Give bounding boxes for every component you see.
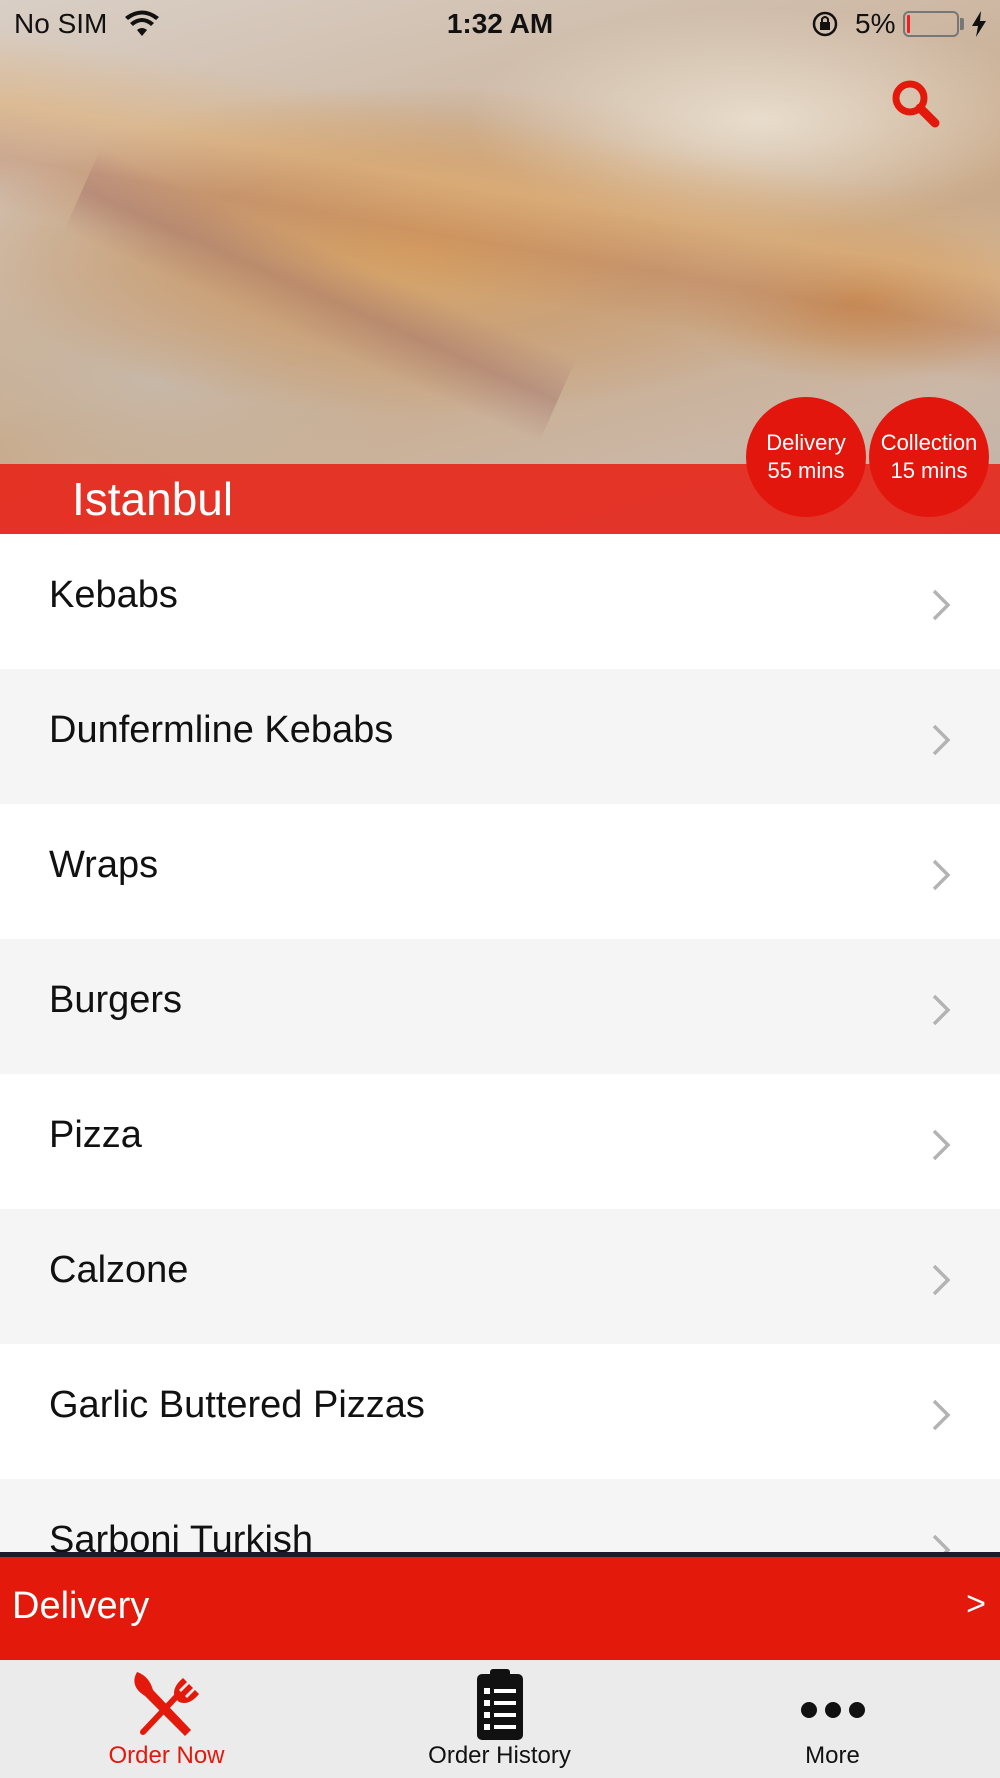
chevron-right-icon bbox=[932, 1399, 951, 1431]
chevron-right-icon bbox=[932, 994, 951, 1026]
status-bar: No SIM 1:32 AM 5% bbox=[0, 0, 1000, 50]
category-label: Kebabs bbox=[49, 574, 178, 616]
tab-bar: Order Now Order History More bbox=[0, 1660, 1000, 1778]
menu-category-wraps[interactable]: Wraps bbox=[0, 804, 1000, 939]
charging-bolt-icon bbox=[972, 11, 986, 37]
chevron-right-icon bbox=[932, 589, 951, 621]
collection-badge-time: 15 mins bbox=[890, 458, 968, 483]
collection-badge-label: Collection bbox=[880, 430, 978, 455]
menu-category-kebabs[interactable]: Kebabs bbox=[0, 534, 1000, 669]
status-time: 1:32 AM bbox=[446, 8, 554, 39]
order-mode-bar[interactable]: Delivery > bbox=[0, 1557, 1000, 1660]
chevron-right-icon bbox=[932, 1264, 951, 1296]
category-label: Dunfermline Kebabs bbox=[49, 709, 394, 751]
battery-percent: 5% bbox=[855, 8, 896, 39]
orientation-lock-icon bbox=[812, 11, 838, 37]
chevron-right-icon bbox=[932, 859, 951, 891]
chevron-right-icon bbox=[932, 1534, 951, 1552]
menu-category-burgers[interactable]: Burgers bbox=[0, 939, 1000, 1074]
more-dots-icon bbox=[800, 1702, 865, 1718]
delivery-badge-label: Delivery bbox=[766, 430, 846, 455]
tab-order-now[interactable]: Order Now bbox=[0, 1660, 333, 1778]
delivery-badge-time: 55 mins bbox=[767, 458, 845, 483]
delivery-time-badge: Delivery 55 mins bbox=[746, 397, 866, 517]
menu-category-dunfermline-kebabs[interactable]: Dunfermline Kebabs bbox=[0, 669, 1000, 804]
tab-label: Order History bbox=[428, 1742, 571, 1769]
category-label: Calzone bbox=[49, 1249, 189, 1291]
tab-order-history[interactable]: Order History bbox=[333, 1660, 666, 1778]
search-icon[interactable] bbox=[888, 76, 942, 130]
menu-category-calzone[interactable]: Calzone bbox=[0, 1209, 1000, 1344]
clipboard-list-icon bbox=[476, 1669, 523, 1740]
tab-more[interactable]: More bbox=[666, 1660, 999, 1778]
category-label: Burgers bbox=[49, 979, 183, 1021]
battery-nub bbox=[960, 18, 964, 30]
category-label: Garlic Buttered Pizzas bbox=[49, 1384, 425, 1426]
chevron-right-icon bbox=[932, 724, 951, 756]
menu-category-garlic-buttered-pizzas[interactable]: Garlic Buttered Pizzas bbox=[0, 1344, 1000, 1479]
menu-category-pizza[interactable]: Pizza bbox=[0, 1074, 1000, 1209]
chevron-right-icon bbox=[932, 1129, 951, 1161]
menu-category-list[interactable]: Kebabs Dunfermline Kebabs Wraps Burgers … bbox=[0, 534, 1000, 1552]
category-label: Sarboni Turkish bbox=[49, 1519, 314, 1552]
menu-category-sarboni-turkish[interactable]: Sarboni Turkish bbox=[0, 1479, 1000, 1552]
category-label: Pizza bbox=[49, 1114, 142, 1156]
order-mode-arrow: > bbox=[966, 1585, 986, 1623]
battery-icon bbox=[903, 11, 959, 37]
category-label: Wraps bbox=[49, 844, 159, 886]
restaurant-name: Istanbul bbox=[72, 473, 234, 525]
tab-label: Order Now bbox=[108, 1742, 225, 1769]
hero-banner: No SIM 1:32 AM 5% Istanbul Delivery 55 m… bbox=[0, 0, 1000, 534]
tab-label: More bbox=[805, 1742, 860, 1769]
collection-time-badge: Collection 15 mins bbox=[869, 397, 989, 517]
order-mode-label: Delivery bbox=[12, 1585, 150, 1627]
fork-knife-icon bbox=[133, 1672, 199, 1736]
